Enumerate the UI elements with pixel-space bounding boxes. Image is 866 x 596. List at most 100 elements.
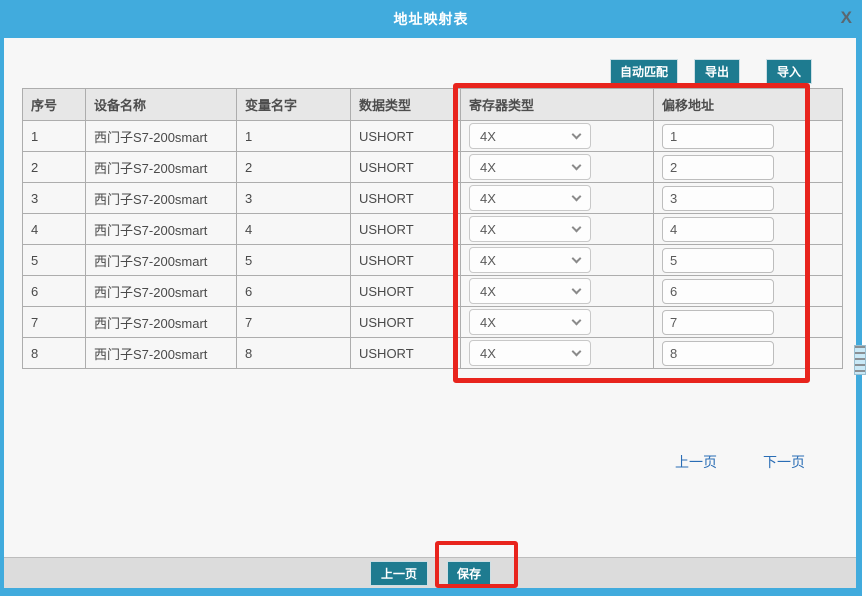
cell-datatype: USHORT (351, 121, 461, 152)
dialog-border-right (856, 38, 862, 588)
register-type-value: 4X (480, 253, 496, 268)
register-type-select[interactable]: 4X (469, 123, 591, 149)
chevron-down-icon (572, 130, 582, 140)
offset-input[interactable] (662, 124, 774, 149)
chevron-down-icon (572, 254, 582, 264)
cell-seq: 6 (23, 276, 86, 307)
chevron-down-icon (572, 161, 582, 171)
header-device: 设备名称 (86, 89, 237, 121)
offset-input[interactable] (662, 155, 774, 180)
cell-seq: 5 (23, 245, 86, 276)
cell-device: 西门子S7-200smart (86, 121, 237, 152)
register-type-select[interactable]: 4X (469, 278, 591, 304)
table-header-row: 序号 设备名称 变量名字 数据类型 寄存器类型 偏移地址 (23, 89, 843, 121)
register-type-value: 4X (480, 160, 496, 175)
cell-empty (809, 121, 843, 152)
table-row: 3 西门子S7-200smart 3 USHORT 4X (23, 183, 843, 214)
cell-datatype: USHORT (351, 245, 461, 276)
register-type-select[interactable]: 4X (469, 185, 591, 211)
register-type-value: 4X (480, 129, 496, 144)
cell-variable: 3 (237, 183, 351, 214)
cell-seq: 3 (23, 183, 86, 214)
cell-seq: 7 (23, 307, 86, 338)
auto-match-button[interactable]: 自动匹配 (610, 59, 678, 84)
cell-empty (809, 152, 843, 183)
cell-datatype: USHORT (351, 152, 461, 183)
table-row: 5 西门子S7-200smart 5 USHORT 4X (23, 245, 843, 276)
cell-empty (809, 214, 843, 245)
cell-device: 西门子S7-200smart (86, 245, 237, 276)
header-register-type: 寄存器类型 (461, 89, 654, 121)
address-mapping-table: 序号 设备名称 变量名字 数据类型 寄存器类型 偏移地址 1 西门子S7-200… (22, 88, 843, 369)
dialog-title: 地址映射表 (394, 9, 469, 29)
offset-input[interactable] (662, 248, 774, 273)
cell-device: 西门子S7-200smart (86, 338, 237, 369)
save-button[interactable]: 保存 (447, 561, 491, 586)
offset-input[interactable] (662, 279, 774, 304)
header-offset: 偏移地址 (654, 89, 809, 121)
cell-empty (809, 338, 843, 369)
register-type-value: 4X (480, 346, 496, 361)
export-button[interactable]: 导出 (694, 59, 740, 84)
cell-seq: 2 (23, 152, 86, 183)
cell-datatype: USHORT (351, 307, 461, 338)
register-type-select[interactable]: 4X (469, 247, 591, 273)
chevron-down-icon (572, 285, 582, 295)
cell-seq: 1 (23, 121, 86, 152)
cell-seq: 8 (23, 338, 86, 369)
cell-variable: 6 (237, 276, 351, 307)
register-type-value: 4X (480, 284, 496, 299)
cell-datatype: USHORT (351, 276, 461, 307)
resize-handle[interactable] (854, 345, 866, 375)
register-type-value: 4X (480, 222, 496, 237)
cell-device: 西门子S7-200smart (86, 183, 237, 214)
register-type-select[interactable]: 4X (469, 340, 591, 366)
prev-page-link[interactable]: 上一页 (675, 452, 717, 472)
chevron-down-icon (572, 316, 582, 326)
table-row: 6 西门子S7-200smart 6 USHORT 4X (23, 276, 843, 307)
cell-variable: 1 (237, 121, 351, 152)
header-variable: 变量名字 (237, 89, 351, 121)
register-type-value: 4X (480, 191, 496, 206)
cell-device: 西门子S7-200smart (86, 276, 237, 307)
register-type-value: 4X (480, 315, 496, 330)
table-row: 4 西门子S7-200smart 4 USHORT 4X (23, 214, 843, 245)
close-icon[interactable]: X (841, 8, 852, 28)
cell-seq: 4 (23, 214, 86, 245)
cell-variable: 2 (237, 152, 351, 183)
register-type-select[interactable]: 4X (469, 309, 591, 335)
offset-input[interactable] (662, 310, 774, 335)
cell-variable: 5 (237, 245, 351, 276)
chevron-down-icon (572, 223, 582, 233)
cell-empty (809, 245, 843, 276)
offset-input[interactable] (662, 341, 774, 366)
offset-input[interactable] (662, 186, 774, 211)
cell-datatype: USHORT (351, 214, 461, 245)
cell-variable: 7 (237, 307, 351, 338)
cell-empty (809, 307, 843, 338)
import-button[interactable]: 导入 (766, 59, 812, 84)
offset-input[interactable] (662, 217, 774, 242)
cell-datatype: USHORT (351, 183, 461, 214)
table-row: 2 西门子S7-200smart 2 USHORT 4X (23, 152, 843, 183)
cell-device: 西门子S7-200smart (86, 152, 237, 183)
cell-device: 西门子S7-200smart (86, 214, 237, 245)
dialog-border-bottom (0, 588, 862, 596)
header-seq: 序号 (23, 89, 86, 121)
chevron-down-icon (572, 347, 582, 357)
dialog-footer (4, 557, 856, 588)
table-row: 1 西门子S7-200smart 1 USHORT 4X (23, 121, 843, 152)
header-datatype: 数据类型 (351, 89, 461, 121)
table-row: 7 西门子S7-200smart 7 USHORT 4X (23, 307, 843, 338)
register-type-select[interactable]: 4X (469, 154, 591, 180)
header-empty (809, 89, 843, 121)
register-type-select[interactable]: 4X (469, 216, 591, 242)
address-mapping-dialog: 地址映射表 X 自动匹配 导出 导入 序号 设备名称 变量名字 数据类型 寄存器… (0, 0, 866, 596)
cell-empty (809, 183, 843, 214)
next-page-link[interactable]: 下一页 (763, 452, 805, 472)
cell-empty (809, 276, 843, 307)
chevron-down-icon (572, 192, 582, 202)
cell-variable: 4 (237, 214, 351, 245)
table-row: 8 西门子S7-200smart 8 USHORT 4X (23, 338, 843, 369)
prev-page-button[interactable]: 上一页 (370, 561, 428, 586)
